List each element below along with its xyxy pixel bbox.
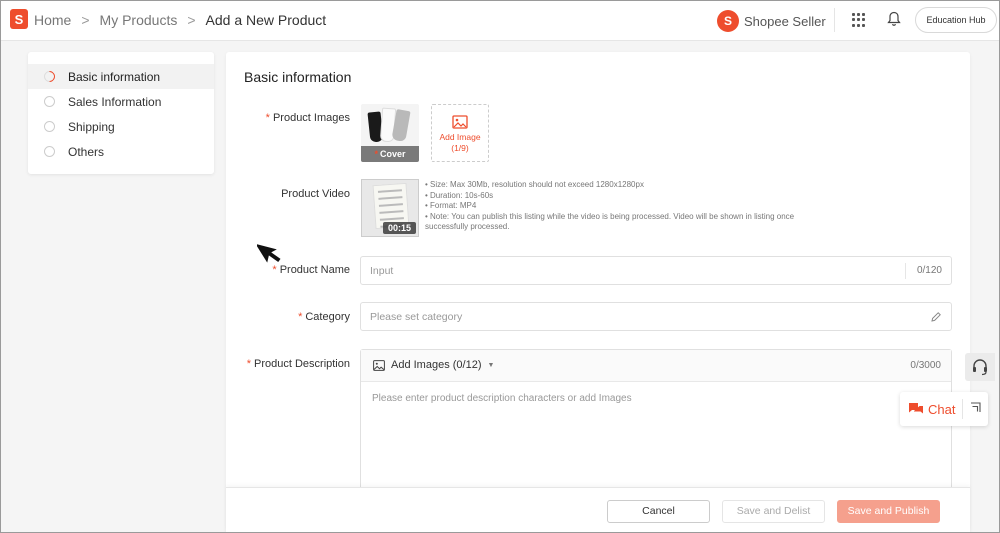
breadcrumb-my-products[interactable]: My Products [100, 12, 178, 28]
video-duration: 00:15 [382, 222, 416, 234]
video-note: Duration: 10s-60s [425, 191, 805, 202]
circle-icon [44, 96, 55, 107]
label-text: Category [305, 311, 350, 323]
cover-badge: * Cover [361, 146, 419, 162]
chevron-right-icon: > [187, 12, 196, 28]
video-thumbnail[interactable]: 00:15 [361, 179, 419, 237]
section-title: Basic information [244, 69, 352, 85]
sidebar-item-sales-information[interactable]: Sales Information [28, 89, 214, 114]
category-input[interactable] [361, 303, 881, 330]
video-note: Format: MP4 [425, 201, 805, 212]
count-divider [905, 263, 906, 279]
product-name-input[interactable] [361, 257, 881, 284]
customer-service-button[interactable] [965, 353, 995, 381]
label-text: Product Name [279, 264, 350, 276]
breadcrumb-home[interactable]: Home [34, 12, 71, 28]
description-toolbar: Add Images (0/12) ▼ 0/3000 [361, 350, 951, 382]
product-video-label: Product Video [281, 188, 350, 200]
product-name-count: 0/120 [916, 265, 942, 276]
brand[interactable]: S Shopee Seller [717, 10, 826, 32]
apps-grid-icon[interactable] [852, 13, 866, 27]
progress-ring-icon [41, 68, 58, 85]
chat-divider [962, 399, 963, 419]
save-and-delist-button[interactable]: Save and Delist [722, 500, 825, 523]
chat-label: Chat [928, 401, 956, 417]
breadcrumb-current: Add a New Product [205, 12, 327, 28]
add-image-button[interactable]: Add Image (1/9) [431, 104, 489, 162]
sidebar-item-basic-information[interactable]: Basic information [28, 64, 214, 89]
caret-down-icon: ▼ [487, 361, 495, 369]
product-description-label: * Product Description [247, 358, 350, 370]
image-add-icon [452, 115, 468, 129]
expand-icon[interactable] [970, 402, 982, 414]
add-image-label: Add Image [439, 132, 481, 142]
pencil-icon[interactable] [930, 311, 942, 323]
required-mark: * [298, 311, 303, 323]
header-divider [834, 8, 835, 32]
sidebar-item-label: Shipping [68, 119, 115, 134]
shopee-bag-icon: S [717, 10, 739, 32]
cover-star: * [374, 149, 378, 159]
chat-bubble-icon [909, 403, 923, 414]
mouse-pointer-icon [257, 243, 281, 263]
category-label: * Category [298, 311, 350, 323]
video-note: Note: You can publish this listing while… [425, 212, 805, 233]
add-images-label: Add Images (0/12) [391, 359, 482, 371]
shopee-logo-icon[interactable]: S [10, 9, 28, 29]
product-images-label: * Product Images [266, 112, 350, 124]
headset-icon [973, 359, 987, 376]
sidebar-item-shipping[interactable]: Shipping [28, 114, 214, 139]
category-field[interactable] [360, 302, 952, 331]
education-hub-button[interactable]: Education Hub [915, 7, 997, 33]
video-requirements: Size: Max 30Mb, resolution should not ex… [425, 180, 805, 233]
action-bar: Cancel Save and Delist Save and Publish [226, 487, 970, 533]
main-panel: Basic information * Product Images * Cover… [226, 52, 970, 533]
bell-icon[interactable] [887, 11, 901, 30]
image-icon [373, 359, 385, 371]
product-name-field: 0/120 [360, 256, 952, 285]
label-text: Product Description [254, 358, 350, 370]
sidebar-item-label: Sales Information [68, 94, 162, 109]
product-name-label: * Product Name [272, 264, 350, 276]
sidebar-item-others[interactable]: Others [28, 139, 214, 164]
required-mark: * [246, 358, 251, 370]
circle-icon [44, 121, 55, 132]
description-editor: Add Images (0/12) ▼ 0/3000 [360, 349, 952, 499]
cancel-button[interactable]: Cancel [607, 500, 710, 523]
description-count: 0/3000 [910, 360, 941, 371]
save-and-publish-button[interactable]: Save and Publish [837, 500, 940, 523]
chat-widget[interactable]: Chat [900, 392, 988, 426]
chevron-right-icon: > [81, 12, 90, 28]
section-nav: Basic information Sales Information Ship… [28, 52, 214, 174]
cover-label: Cover [380, 149, 406, 159]
brand-name: Shopee Seller [744, 13, 826, 29]
breadcrumb: Home > My Products > Add a New Product [34, 12, 326, 28]
label-text: Product Images [272, 112, 350, 124]
required-mark: * [265, 112, 270, 124]
sidebar-item-label: Basic information [68, 69, 161, 84]
top-bar: S Home > My Products > Add a New Product… [0, 0, 1000, 41]
circle-icon [44, 146, 55, 157]
sidebar-item-label: Others [68, 144, 105, 159]
description-textarea[interactable] [361, 382, 951, 482]
video-note: Size: Max 30Mb, resolution should not ex… [425, 180, 805, 191]
cover-image-thumbnail[interactable]: * Cover [361, 104, 419, 162]
add-image-count: (1/9) [451, 143, 469, 153]
add-images-dropdown[interactable]: Add Images (0/12) ▼ [373, 359, 494, 371]
